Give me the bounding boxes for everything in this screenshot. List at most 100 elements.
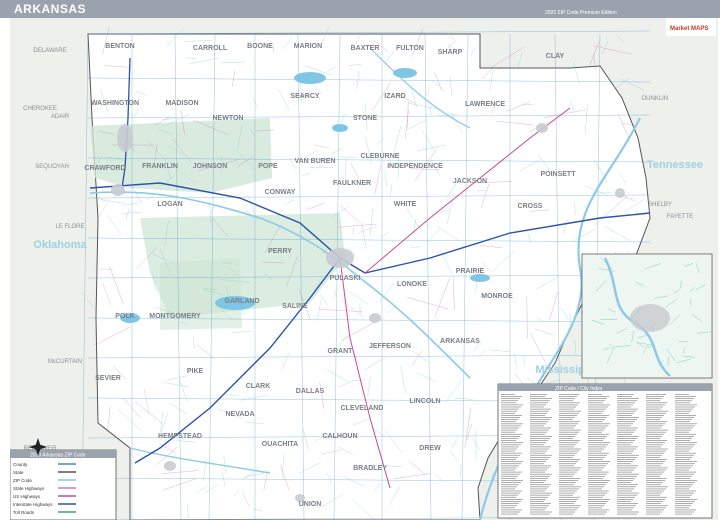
index-entry	[559, 463, 576, 465]
index-entry	[559, 480, 578, 481]
index-entry	[675, 438, 692, 439]
map-page: ARKANSAS 2020 ZIP Code Premium Edition B…	[0, 0, 720, 522]
index-entry	[675, 454, 694, 456]
index-entry	[501, 457, 518, 458]
index-entry	[617, 415, 632, 416]
index-entry	[646, 410, 668, 412]
index-entry	[675, 415, 696, 416]
index-entry	[588, 473, 607, 475]
index-entry	[646, 461, 665, 462]
index-entry	[646, 394, 666, 395]
county-label: JACKSON	[453, 178, 487, 185]
county-label: MARION	[294, 43, 322, 50]
index-entry	[501, 404, 523, 406]
arkansas-map[interactable]: BENTON CARROLL BOONE MARION BAXTER FULTON SHAR…	[10, 18, 718, 520]
index-entry	[617, 461, 633, 462]
index-entry	[617, 496, 635, 498]
neighbor-label: LE FLORE	[55, 224, 84, 230]
index-entry	[559, 436, 575, 437]
county-label: CLEVELAND	[341, 405, 384, 412]
county-label: POLK	[115, 313, 134, 320]
index-entry	[530, 482, 544, 483]
index-entry	[675, 503, 693, 504]
legend-item-label: ZIP Code	[13, 478, 32, 483]
index-entry	[559, 503, 574, 504]
index-entry	[617, 412, 634, 414]
index-entry	[675, 398, 694, 399]
county-label: CONWAY	[265, 189, 296, 196]
index-entry	[646, 509, 664, 511]
index-entry	[675, 505, 691, 507]
index-entry	[559, 406, 576, 408]
index-entry	[588, 486, 604, 488]
index-entry	[617, 417, 639, 418]
index-entry	[501, 408, 519, 410]
index-entry	[501, 507, 515, 509]
index-entry	[646, 484, 661, 486]
index-entry	[559, 488, 579, 490]
index-entry	[675, 457, 692, 458]
index-entry	[530, 499, 546, 500]
county-label: GARLAND	[225, 298, 260, 305]
index-entry	[675, 496, 690, 498]
county-label: HEMPSTEAD	[158, 433, 202, 440]
index-entry	[588, 450, 602, 452]
county-label: CLARK	[246, 383, 271, 390]
index-entry	[646, 415, 664, 416]
index-entry	[530, 467, 549, 469]
index-entry	[501, 452, 522, 454]
index-entry	[530, 471, 545, 473]
index-entry	[588, 406, 608, 408]
index-entry	[559, 471, 577, 473]
index-entry	[617, 465, 638, 467]
index-entry	[530, 478, 548, 479]
index-entry	[646, 400, 660, 402]
index-entry	[588, 490, 609, 492]
index-entry	[588, 396, 609, 397]
county-label: JOHNSON	[193, 163, 228, 170]
index-entry	[559, 404, 578, 406]
index-entry	[530, 496, 548, 498]
index-entry	[675, 423, 697, 425]
index-entry	[617, 492, 639, 494]
index-entry	[617, 410, 636, 412]
index-entry	[646, 482, 663, 483]
index-entry	[530, 429, 549, 431]
index-entry	[530, 402, 548, 404]
index-entry	[675, 475, 692, 477]
index-entry	[675, 404, 697, 406]
map-frame[interactable]: BENTON CARROLL BOONE MARION BAXTER FULTON SHAR…	[10, 18, 718, 520]
index-entry	[530, 505, 549, 507]
county-label: FULTON	[396, 45, 424, 52]
neighbor-label: Tennessee	[647, 159, 703, 171]
inset-city	[630, 304, 670, 332]
neighbor-label: CHEROKEE	[23, 106, 57, 112]
index-entry	[501, 425, 521, 427]
county-label: STONE	[353, 115, 377, 122]
index-entry	[501, 402, 516, 404]
index-entry	[646, 419, 660, 420]
index-entry	[617, 448, 636, 450]
index-entry	[617, 478, 635, 479]
county-label: SALINE	[282, 303, 308, 310]
county-label: DREW	[419, 445, 441, 452]
index-entry	[617, 471, 632, 473]
index-entry	[559, 427, 574, 429]
index-entry	[675, 394, 689, 395]
index-entry	[617, 513, 637, 515]
county-label: JEFFERSON	[369, 343, 411, 350]
index-entry	[501, 490, 522, 492]
legend-item-label: Toll Roads	[13, 510, 35, 515]
neighbor-label: SEQUOYAH	[35, 164, 69, 170]
index-entry	[646, 406, 663, 408]
index-entry	[588, 471, 609, 473]
index-entry	[675, 448, 691, 450]
index-entry	[646, 425, 663, 427]
index-entry	[588, 415, 609, 416]
edition-label: 2020 ZIP Code Premium Edition	[545, 10, 617, 16]
index-entry	[646, 513, 660, 515]
index-entry	[501, 471, 522, 473]
index-entry	[617, 469, 634, 471]
index-entry	[646, 496, 667, 498]
index-entry	[559, 442, 578, 444]
